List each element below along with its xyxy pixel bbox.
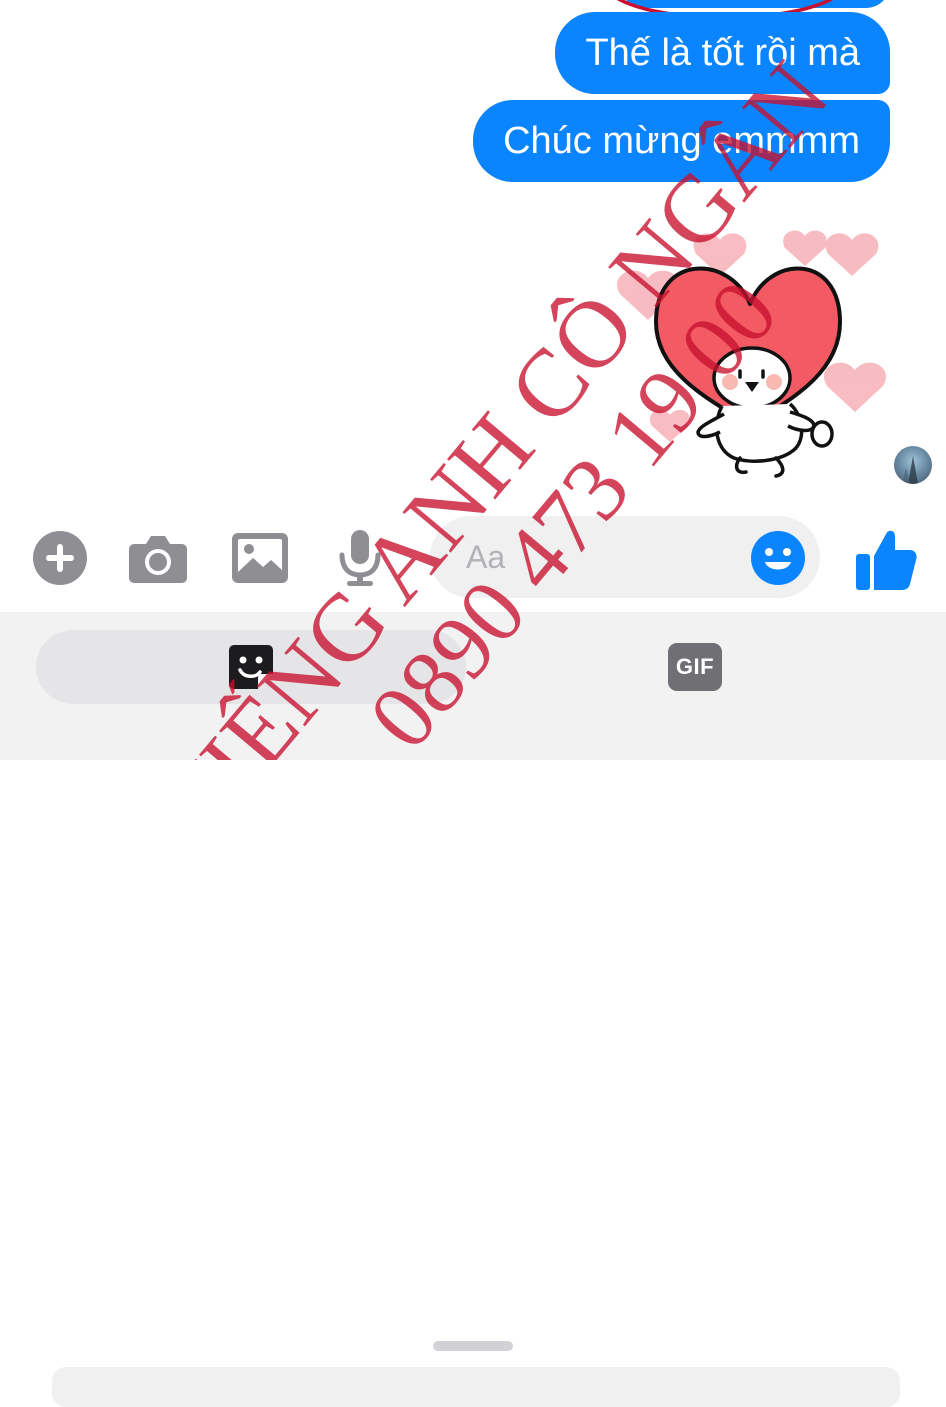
avatar[interactable] [894, 446, 932, 484]
gif-label: GIF [675, 654, 715, 679]
plus-icon[interactable] [30, 528, 90, 588]
message-text: Chúc mừng emmmm [503, 120, 860, 162]
camera-icon[interactable] [128, 528, 188, 588]
smiley-icon[interactable] [750, 530, 806, 586]
image-icon[interactable] [230, 528, 290, 588]
message-composer: Aa [0, 510, 946, 606]
heart-head-bunny-sticker[interactable] [600, 200, 900, 490]
sticker-sheet [0, 1325, 946, 1407]
attachment-tabs: GIF [0, 612, 946, 1407]
message-bubble[interactable]: Thế là tốt rồi mà [555, 12, 890, 94]
gif-icon: GIF [668, 643, 722, 691]
sticker-icon [229, 645, 273, 689]
tab-gif[interactable]: GIF [480, 630, 910, 704]
tab-stickers[interactable] [36, 630, 466, 704]
sheet-grabber[interactable] [433, 1341, 513, 1351]
message-input-placeholder: Aa [466, 539, 506, 575]
message-bubble[interactable]: Chúc mừng emmmm [473, 100, 890, 182]
microphone-icon[interactable] [330, 528, 390, 588]
chat-thread: Thế là tốt rồi mà Chúc mừng emmmm [0, 0, 946, 510]
message-text: Thế là tốt rồi mà [585, 32, 860, 74]
message-input[interactable]: Aa [430, 516, 820, 598]
thumbs-up-icon[interactable] [852, 524, 922, 594]
sticker-search-field[interactable] [52, 1367, 900, 1407]
